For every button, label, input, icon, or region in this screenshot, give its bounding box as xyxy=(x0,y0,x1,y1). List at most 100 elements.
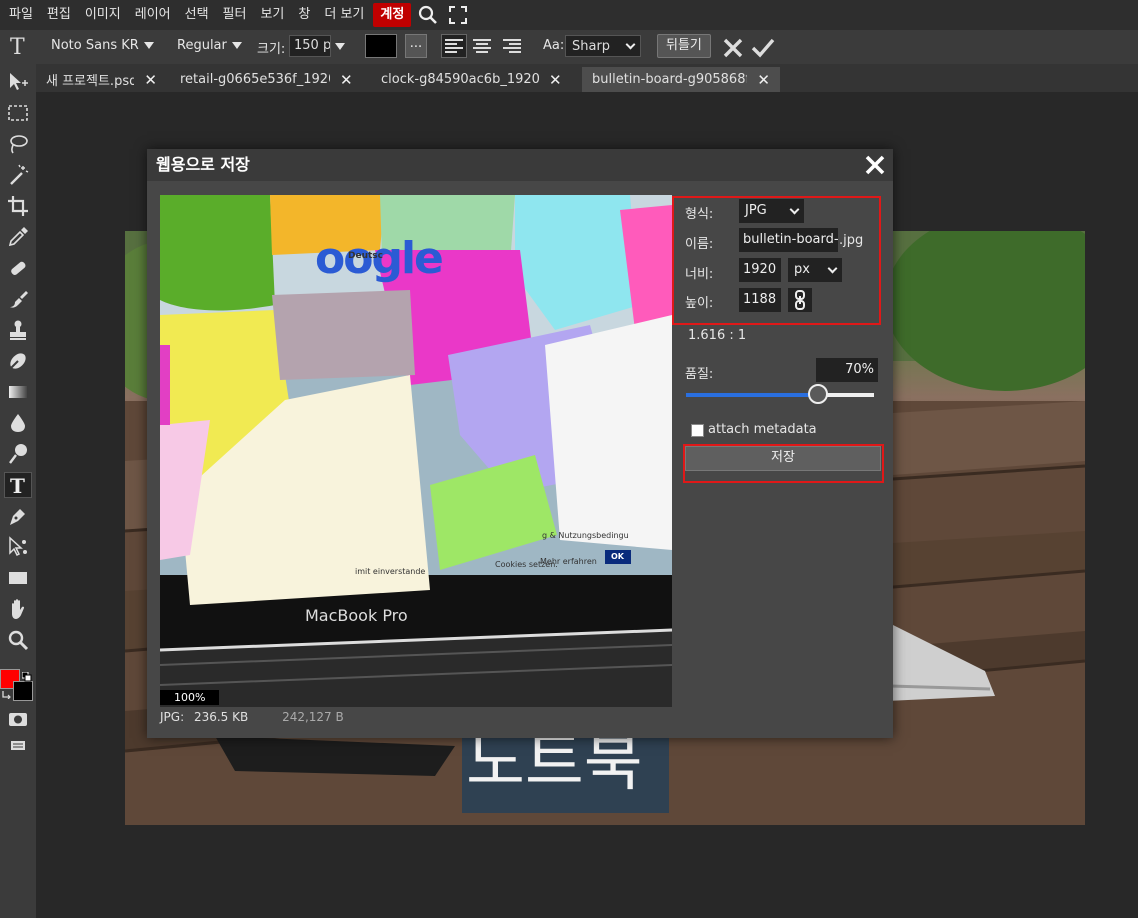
menu-filter[interactable]: 필터 xyxy=(216,3,254,27)
antialias-label: Aa: xyxy=(543,38,565,53)
cancel-icon[interactable] xyxy=(722,37,744,63)
shape-tool-icon[interactable] xyxy=(4,565,32,591)
font-family-dropdown[interactable]: Noto Sans KR xyxy=(51,38,154,53)
secondary-color-swatch[interactable] xyxy=(13,681,33,701)
tab-bulletin-board[interactable]: bulletin-board-g905868fbf ✕ xyxy=(582,67,780,92)
tab-clock[interactable]: clock-g84590ac6b_1920-min ✕ xyxy=(371,67,576,92)
gradient-tool-icon[interactable] xyxy=(4,379,32,405)
dodge-tool-icon[interactable] xyxy=(4,441,32,467)
file-extension: .jpg xyxy=(839,233,864,248)
move-tool-icon[interactable] xyxy=(4,69,32,95)
chevron-down-icon xyxy=(789,204,800,214)
font-size-input[interactable]: 150 px xyxy=(289,35,331,57)
search-icon[interactable] xyxy=(415,3,441,27)
format-label: 형식: xyxy=(685,207,714,222)
align-right-button[interactable] xyxy=(499,34,525,58)
keyboard-icon[interactable] xyxy=(4,732,32,758)
close-icon[interactable]: ✕ xyxy=(340,71,353,89)
document-tabs: 새 프로젝트.psd ✕ retail-g0665e536f_1920-mi ✕ c… xyxy=(36,64,1138,92)
svg-text:T: T xyxy=(10,474,25,496)
size-label: 크기: xyxy=(257,42,286,57)
tab-label: retail-g0665e536f_1920-mi xyxy=(180,72,330,87)
attach-metadata-checkbox[interactable] xyxy=(691,424,704,437)
brush-tool-icon[interactable] xyxy=(4,286,32,312)
menu-window[interactable]: 창 xyxy=(291,3,317,27)
unit-value: px xyxy=(794,262,810,277)
unit-select[interactable]: px xyxy=(788,258,842,282)
tab-retail[interactable]: retail-g0665e536f_1920-mi ✕ xyxy=(170,67,367,92)
canvas-text-layer[interactable]: 노트북 xyxy=(462,731,669,813)
menu-more[interactable]: 더 보기 xyxy=(317,3,371,27)
menu-bar: 파일 편집 이미지 레이어 선택 필터 보기 창 더 보기 계정 xyxy=(0,0,1138,30)
aspect-ratio: 1.616 : 1 xyxy=(688,328,747,343)
magic-wand-tool-icon[interactable] xyxy=(4,162,32,188)
more-options-button[interactable]: ... xyxy=(405,34,427,58)
lasso-tool-icon[interactable] xyxy=(4,131,32,157)
align-center-button[interactable] xyxy=(469,34,495,58)
menu-image[interactable]: 이미지 xyxy=(78,3,128,27)
type-tool-icon[interactable]: T xyxy=(4,472,32,498)
tab-label: clock-g84590ac6b_1920-min xyxy=(381,72,539,87)
format-value: JPG xyxy=(745,203,767,218)
tab-new-project[interactable]: 새 프로젝트.psd ✕ xyxy=(36,67,167,92)
menu-account[interactable]: 계정 xyxy=(373,3,412,27)
warp-button[interactable]: 뒤틀기 xyxy=(657,34,711,58)
align-left-button[interactable] xyxy=(441,34,467,58)
quality-label: 품질: xyxy=(685,367,714,382)
quality-slider[interactable] xyxy=(686,384,874,404)
zoom-level: 100% xyxy=(160,690,220,705)
menu-view[interactable]: 보기 xyxy=(253,3,291,27)
menu-edit[interactable]: 편집 xyxy=(40,3,78,27)
close-icon[interactable] xyxy=(863,153,887,177)
antialias-select[interactable]: Sharp xyxy=(565,35,641,57)
quick-mask-icon[interactable] xyxy=(4,706,32,732)
fullscreen-icon[interactable] xyxy=(445,3,471,27)
tool-panel: T xyxy=(0,64,36,918)
quality-slider-knob[interactable] xyxy=(807,384,828,404)
zoom-tool-icon[interactable] xyxy=(4,627,32,653)
format-select[interactable]: JPG xyxy=(739,199,804,223)
pen-tool-icon[interactable] xyxy=(4,503,32,529)
marquee-tool-icon[interactable] xyxy=(4,100,32,126)
confirm-icon[interactable] xyxy=(751,37,775,63)
preview-image[interactable]: oogle Deutsc MacBook Pro OK g & Nutzungs… xyxy=(160,195,672,707)
close-icon[interactable]: ✕ xyxy=(144,71,157,89)
font-style-dropdown[interactable]: Regular xyxy=(177,38,242,53)
font-family-label: Noto Sans KR xyxy=(51,38,139,53)
file-bytes-value: 242,127 B xyxy=(282,710,344,724)
eyedropper-tool-icon[interactable] xyxy=(4,224,32,250)
menu-file[interactable]: 파일 xyxy=(2,3,40,27)
antialias-value: Sharp xyxy=(572,38,611,54)
preview-macbook-label: MacBook Pro xyxy=(305,606,408,625)
width-label: 너비: xyxy=(685,267,714,282)
tab-label: bulletin-board-g905868fbf xyxy=(592,72,748,87)
menu-select[interactable]: 선택 xyxy=(178,3,216,27)
link-icon[interactable] xyxy=(788,288,812,312)
height-input[interactable]: 1188 xyxy=(739,288,781,312)
stamp-tool-icon[interactable] xyxy=(4,317,32,343)
crop-tool-icon[interactable] xyxy=(4,193,32,219)
close-icon[interactable]: ✕ xyxy=(757,71,770,89)
eraser-tool-icon[interactable] xyxy=(4,348,32,374)
default-colors-icon[interactable] xyxy=(21,671,32,682)
chevron-down-icon[interactable] xyxy=(335,43,345,50)
swap-colors-icon[interactable] xyxy=(1,687,13,700)
file-size-value: 236.5 KB xyxy=(193,710,249,724)
dialog-title: 웹용으로 저장 xyxy=(147,149,893,181)
font-style-label: Regular xyxy=(177,38,227,53)
quality-slider-fill xyxy=(686,393,818,397)
file-name-input[interactable]: bulletin-board-g xyxy=(739,228,838,252)
healing-tool-icon[interactable] xyxy=(4,255,32,281)
menu-layer[interactable]: 레이어 xyxy=(128,3,178,27)
quality-input[interactable]: 70% xyxy=(816,358,878,382)
close-icon[interactable]: ✕ xyxy=(549,71,562,89)
save-button[interactable]: 저장 xyxy=(685,446,881,471)
attach-metadata-label: attach metadata xyxy=(708,422,817,437)
hand-tool-icon[interactable] xyxy=(4,596,32,622)
svg-text:T: T xyxy=(10,35,25,57)
path-select-tool-icon[interactable] xyxy=(4,534,32,560)
width-input[interactable]: 1920 xyxy=(739,258,781,282)
text-color-swatch[interactable] xyxy=(365,34,397,58)
blur-tool-icon[interactable] xyxy=(4,410,32,436)
text-tool-icon: T xyxy=(9,35,29,61)
